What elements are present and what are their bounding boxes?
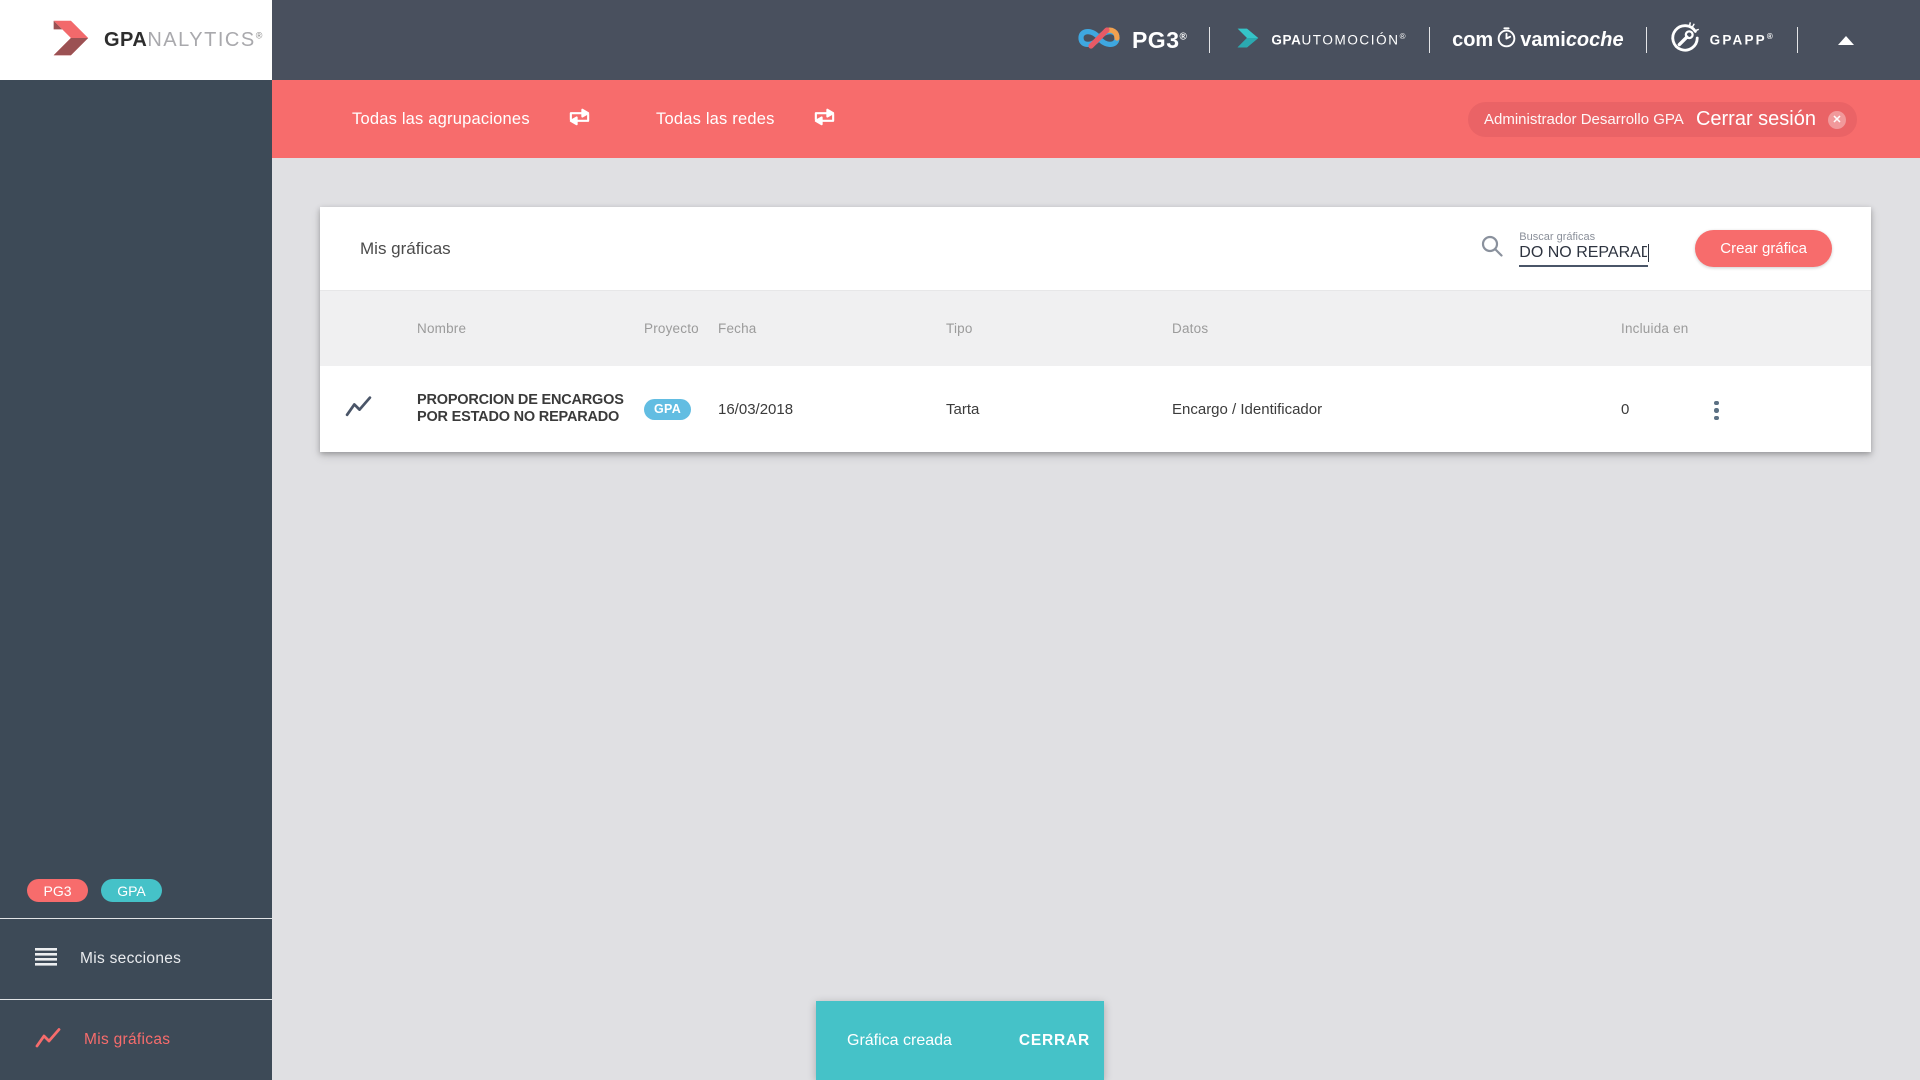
col-header-nombre: Nombre: [417, 321, 467, 336]
sidebar-item-label: Mis gráficas: [84, 1031, 171, 1048]
col-header-tipo: Tipo: [946, 321, 973, 336]
gpapp-logo[interactable]: GPAPP®: [1669, 21, 1775, 59]
col-header-datos: Datos: [1172, 321, 1209, 336]
included-in-cell: 0: [1621, 400, 1630, 418]
col-header-fecha: Fecha: [718, 321, 757, 336]
filter-bar: Todas las agrupaciones Todas las redes A…: [272, 80, 1920, 158]
line-chart-icon: [35, 1027, 61, 1054]
search-field: Buscar gráficas: [1519, 230, 1650, 267]
search-icon[interactable]: [1479, 233, 1505, 264]
search-cluster: Buscar gráficas Crear gráfica: [1479, 230, 1832, 267]
compravamicoche-coche: coche: [1565, 28, 1624, 51]
project-badge: GPA: [644, 398, 691, 420]
compravamicoche-vami: vami: [1520, 28, 1566, 51]
type-cell: Tarta: [946, 400, 980, 418]
search-input[interactable]: [1519, 243, 1649, 267]
divider: [1209, 27, 1211, 53]
mis-graficas-card: Mis gráficas Buscar gráficas Crear gráfi…: [320, 207, 1871, 452]
card-header: Mis gráficas Buscar gráficas Crear gráfi…: [320, 207, 1871, 290]
gpanalytics-logo-icon: [46, 15, 92, 66]
sidebar-badges: PG3 GPA: [0, 879, 272, 918]
col-header-incluida-en: Incluida en: [1621, 321, 1689, 336]
filter-agrupaciones[interactable]: Todas las agrupaciones: [352, 80, 592, 158]
divider: [1797, 27, 1798, 53]
project-cell: GPA: [644, 398, 718, 420]
filter-agrupaciones-label: Todas las agrupaciones: [352, 109, 530, 128]
snackbar-message: Gráfica creada: [847, 1031, 952, 1049]
snackbar-close-button[interactable]: CERRAR: [1019, 1032, 1090, 1050]
badge-gpa[interactable]: GPA: [101, 879, 162, 902]
sidebar: PG3 GPA Mis secciones Mis gráficas: [0, 80, 272, 1080]
text-caret: [1647, 243, 1650, 262]
row-actions: [1700, 392, 1871, 426]
search-field-label: Buscar gráficas: [1519, 230, 1596, 243]
page-title: Mis gráficas: [360, 238, 451, 258]
user-name: Administrador Desarrollo GPA: [1484, 111, 1684, 128]
gpapp-wrench-icon: [1669, 21, 1701, 59]
user-session-chip: Administrador Desarrollo GPA Cerrar sesi…: [1468, 102, 1857, 137]
table-row[interactable]: PROPORCION DE ENCARGOS POR ESTADO NO REP…: [320, 366, 1871, 452]
date-cell: 16/03/2018: [718, 400, 794, 418]
collapse-up-icon[interactable]: [1838, 35, 1854, 45]
divider: [1645, 27, 1647, 53]
gpautomocion-logo[interactable]: GPAUTOMOCIÓN®: [1232, 23, 1407, 58]
stopwatch-icon: [1493, 26, 1520, 55]
gpapp-label: GPAPP®: [1709, 32, 1775, 48]
brand-logo-box: GPANALYTICS®: [0, 0, 272, 80]
kebab-menu-icon[interactable]: [1704, 395, 1729, 427]
compravamicoche-logo[interactable]: com vami coche: [1452, 26, 1624, 55]
col-header-proyecto: Proyecto: [644, 321, 699, 336]
logout-button[interactable]: Cerrar sesión: [1696, 108, 1816, 131]
gpanalytics-wordmark: GPANALYTICS®: [104, 28, 263, 51]
table-header: Nombre Proyecto Fecha Tipo Datos Incluid…: [320, 290, 1871, 366]
sidebar-item-label: Mis secciones: [80, 950, 182, 967]
top-bar: PG3® GPAUTOMOCIÓN® com vami coche GPAPP®: [272, 0, 1920, 80]
divider: [1429, 27, 1431, 53]
data-cell: Encargo / Identificador: [1172, 400, 1323, 418]
gpautomocion-arrow-icon: [1232, 23, 1262, 58]
filter-redes-label: Todas las redes: [656, 109, 775, 128]
create-chart-button[interactable]: Crear gráfica: [1695, 230, 1832, 267]
pg3-label: PG3®: [1131, 26, 1188, 53]
sidebar-item-mis-secciones[interactable]: Mis secciones: [0, 919, 272, 999]
badge-pg3[interactable]: PG3: [27, 879, 88, 902]
snackbar: Gráfica creada CERRAR: [816, 1001, 1104, 1080]
pg3-infinity-icon: [1076, 22, 1122, 59]
line-chart-icon: [320, 395, 417, 423]
gpautomocion-label: GPAUTOMOCIÓN®: [1271, 32, 1408, 48]
chart-name: PROPORCION DE ENCARGOS POR ESTADO NO REP…: [417, 392, 624, 425]
swap-icon: [812, 107, 837, 132]
compravamicoche-com: com: [1452, 28, 1494, 51]
app: { "branding": { "sidebar_logo": { "gpa":…: [0, 0, 1920, 1080]
sections-icon: [35, 947, 57, 971]
sidebar-item-mis-graficas[interactable]: Mis gráficas: [0, 1000, 272, 1080]
pg3-logo[interactable]: PG3®: [1076, 22, 1187, 59]
close-session-icon[interactable]: ✕: [1828, 110, 1846, 129]
sidebar-bottom-section: PG3 GPA Mis secciones Mis gráficas: [0, 879, 272, 1080]
swap-icon: [567, 107, 592, 132]
filter-redes[interactable]: Todas las redes: [656, 80, 837, 158]
